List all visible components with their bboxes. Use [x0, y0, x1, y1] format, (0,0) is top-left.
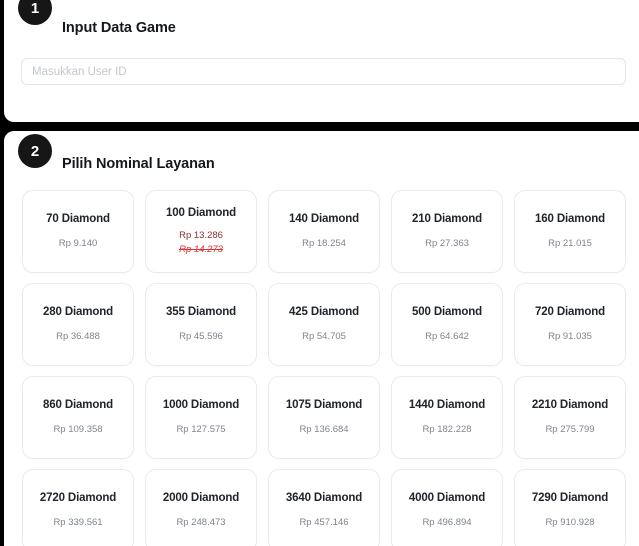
denomination-card[interactable]: 1075 Diamond Rp 136.684 — [268, 376, 380, 459]
step-1-panel: 1 Input Data Game — [4, 0, 639, 122]
denomination-grid: 70 Diamond Rp 9.140 100 Diamond Rp 13.286 Rp… — [22, 190, 626, 546]
step-2-badge: 2 — [18, 134, 52, 168]
denomination-price-original: Rp 14.273 — [179, 243, 223, 255]
denomination-price: Rp 54.705 — [302, 331, 346, 343]
denomination-card[interactable]: 500 Diamond Rp 64.642 — [391, 283, 503, 366]
denomination-name: 2000 Diamond — [162, 491, 240, 504]
denomination-name: 355 Diamond — [166, 305, 236, 318]
denomination-name: 2720 Diamond — [39, 491, 117, 504]
denomination-card[interactable]: 2720 Diamond Rp 339.561 — [22, 469, 134, 546]
denomination-price: Rp 457.146 — [299, 517, 349, 529]
step-2-header: 2 Pilih Nominal Layanan — [4, 131, 639, 177]
denomination-name: 1075 Diamond — [285, 398, 363, 411]
denomination-price: Rp 27.363 — [425, 238, 469, 250]
denomination-card[interactable]: 1440 Diamond Rp 182.228 — [391, 376, 503, 459]
denomination-price: Rp 36.488 — [56, 331, 100, 343]
denomination-price: Rp 136.684 — [299, 424, 349, 436]
denomination-card[interactable]: 160 Diamond Rp 21.015 — [514, 190, 626, 273]
denomination-name: 860 Diamond — [43, 398, 113, 411]
denomination-price: Rp 910.928 — [545, 517, 595, 529]
denomination-card[interactable]: 2000 Diamond Rp 248.473 — [145, 469, 257, 546]
denomination-price: Rp 91.035 — [548, 331, 592, 343]
denomination-price: Rp 275.799 — [545, 424, 595, 436]
denomination-price: Rp 13.286 — [179, 230, 223, 242]
denomination-name: 1440 Diamond — [408, 398, 486, 411]
denomination-name: 425 Diamond — [289, 305, 359, 318]
denomination-price: Rp 9.140 — [58, 238, 98, 250]
step-2-title: Pilih Nominal Layanan — [62, 156, 215, 172]
step-1-badge: 1 — [18, 0, 52, 25]
denomination-price: Rp 248.473 — [176, 517, 226, 529]
denomination-card[interactable]: 1000 Diamond Rp 127.575 — [145, 376, 257, 459]
denomination-name: 2210 Diamond — [531, 398, 609, 411]
denomination-name: 4000 Diamond — [408, 491, 486, 504]
denomination-price: Rp 45.596 — [179, 331, 223, 343]
user-id-field-wrapper — [21, 58, 626, 85]
denomination-name: 100 Diamond — [166, 207, 236, 220]
denomination-card[interactable]: 100 Diamond Rp 13.286 Rp 14.273 — [145, 190, 257, 273]
denomination-name: 160 Diamond — [535, 212, 605, 225]
denomination-card[interactable]: 140 Diamond Rp 18.254 — [268, 190, 380, 273]
denomination-name: 70 Diamond — [46, 212, 110, 225]
user-id-input[interactable] — [21, 58, 626, 85]
denomination-card[interactable]: 355 Diamond Rp 45.596 — [145, 283, 257, 366]
denomination-card[interactable]: 2210 Diamond Rp 275.799 — [514, 376, 626, 459]
denomination-card[interactable]: 4000 Diamond Rp 496.894 — [391, 469, 503, 546]
denomination-name: 140 Diamond — [289, 212, 359, 225]
denomination-price: Rp 127.575 — [176, 424, 226, 436]
denomination-price: Rp 64.642 — [425, 331, 469, 343]
denomination-name: 1000 Diamond — [162, 398, 240, 411]
page-root: 1 Input Data Game 2 Pilih Nominal Layana… — [0, 0, 639, 546]
denomination-card[interactable]: 860 Diamond Rp 109.358 — [22, 376, 134, 459]
denomination-name: 7290 Diamond — [531, 491, 609, 504]
denomination-card[interactable]: 7290 Diamond Rp 910.928 — [514, 469, 626, 546]
denomination-name: 3640 Diamond — [285, 491, 363, 504]
denomination-price: Rp 339.561 — [53, 517, 103, 529]
step-1-title: Input Data Game — [62, 20, 176, 36]
denomination-card[interactable]: 280 Diamond Rp 36.488 — [22, 283, 134, 366]
denomination-card[interactable]: 720 Diamond Rp 91.035 — [514, 283, 626, 366]
denomination-name: 500 Diamond — [412, 305, 482, 318]
denomination-card[interactable]: 70 Diamond Rp 9.140 — [22, 190, 134, 273]
denomination-name: 720 Diamond — [535, 305, 605, 318]
denomination-card[interactable]: 3640 Diamond Rp 457.146 — [268, 469, 380, 546]
denomination-price: Rp 109.358 — [53, 424, 103, 436]
denomination-card[interactable]: 425 Diamond Rp 54.705 — [268, 283, 380, 366]
denomination-name: 280 Diamond — [43, 305, 113, 318]
denomination-price: Rp 18.254 — [302, 238, 346, 250]
step-1-header: 1 Input Data Game — [4, 0, 639, 46]
denomination-price: Rp 182.228 — [422, 424, 472, 436]
denomination-name: 210 Diamond — [412, 212, 482, 225]
denomination-price: Rp 21.015 — [548, 238, 592, 250]
denomination-card[interactable]: 210 Diamond Rp 27.363 — [391, 190, 503, 273]
denomination-price: Rp 496.894 — [422, 517, 472, 529]
step-2-panel: 2 Pilih Nominal Layanan 70 Diamond Rp 9.1… — [4, 131, 639, 546]
